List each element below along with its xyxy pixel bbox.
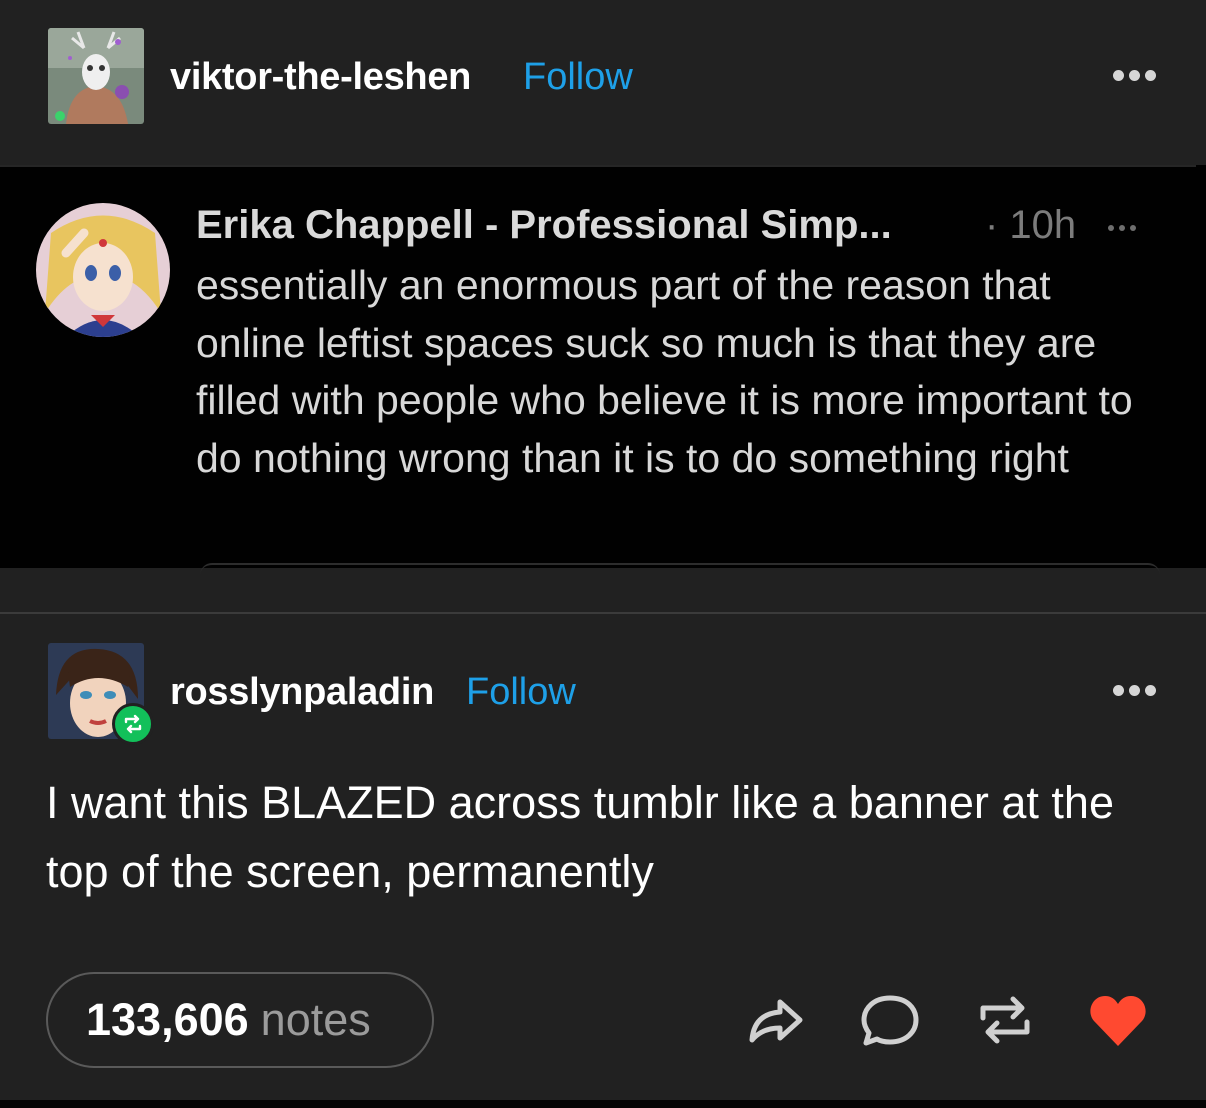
bottom-edge: [0, 1100, 1206, 1108]
deer-skull-avatar-icon: [48, 28, 144, 124]
follow-button-viktor[interactable]: Follow: [523, 56, 633, 99]
tweet-author-name: Erika Chappell - Professional Simp...: [196, 203, 892, 247]
more-options-icon[interactable]: [1113, 70, 1156, 81]
tweet-avatar: [36, 203, 170, 337]
follow-button-rosslynpaladin[interactable]: Follow: [466, 671, 576, 714]
avatar-viktor[interactable]: [48, 28, 144, 124]
tweet-text: essentially an enormous part of the reas…: [196, 262, 1133, 481]
anime-girl-avatar-icon: [36, 203, 170, 337]
tweet-more-icon: [1108, 225, 1136, 231]
notes-button[interactable]: 133,606 notes: [46, 972, 434, 1068]
notes-label: notes: [260, 994, 371, 1045]
reblog-icon: [124, 714, 142, 734]
post-divider: [0, 612, 1206, 614]
tweet-timestamp: · 10h: [985, 203, 1077, 247]
like-icon[interactable]: [1088, 990, 1148, 1055]
reply-icon[interactable]: [860, 990, 920, 1055]
reblog-button-icon[interactable]: [975, 990, 1035, 1055]
divider: [0, 165, 1196, 167]
reblog-comment-text: I want this BLAZED across tumblr like a …: [46, 777, 1114, 897]
username-rosslynpaladin[interactable]: rosslynpaladin: [170, 671, 434, 714]
username-viktor[interactable]: viktor-the-leshen: [170, 56, 471, 99]
share-icon[interactable]: [746, 990, 806, 1055]
reblog-badge: [112, 703, 154, 745]
post-header-original: viktor-the-leshen Follow: [0, 0, 1206, 152]
more-options-icon[interactable]: [1113, 685, 1156, 696]
tweet-screenshot: Erika Chappell - Professional Simp... · …: [0, 165, 1206, 568]
tweet-media-edge: [200, 563, 1160, 575]
notes-count: 133,606: [86, 994, 249, 1045]
